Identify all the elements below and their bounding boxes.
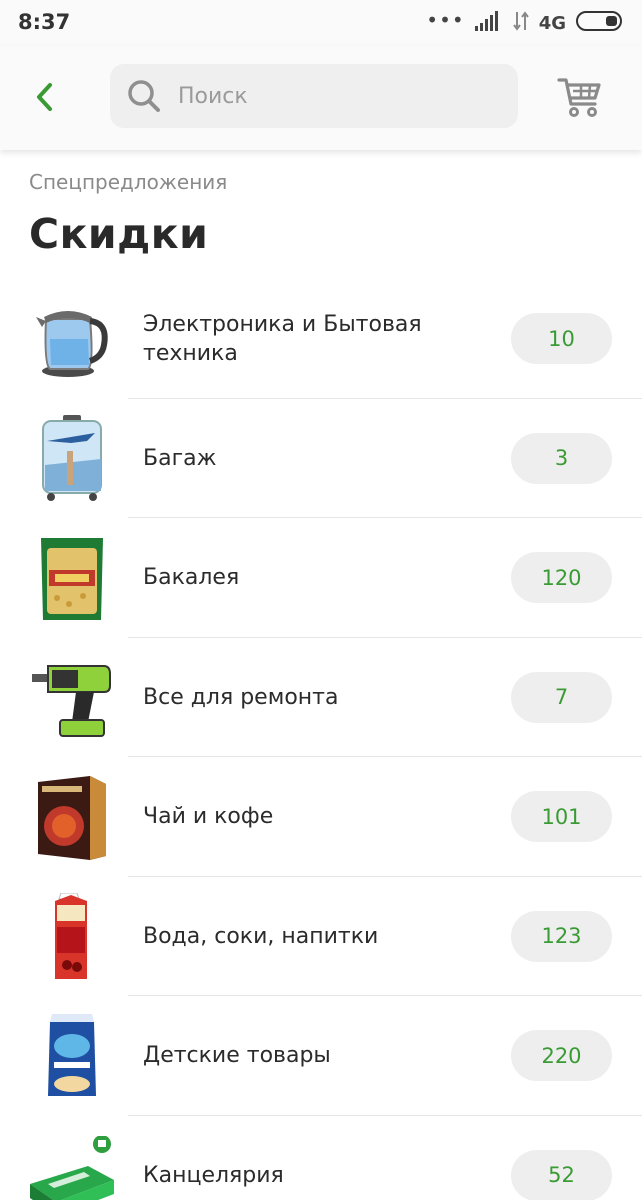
status-time: 8:37 — [18, 10, 71, 34]
pasta-pack-image — [28, 534, 116, 622]
juice-carton-image — [28, 892, 116, 981]
count-badge: 220 — [511, 1030, 612, 1081]
count-badge: 123 — [511, 910, 612, 962]
cart-icon — [557, 78, 601, 117]
network-type: 4G — [538, 12, 566, 34]
notification-dots-icon: ••• — [426, 8, 465, 32]
count-badge: 52 — [511, 1149, 612, 1200]
category-label: Детские товары — [143, 1043, 331, 1069]
count-badge: 10 — [511, 313, 612, 364]
back-button[interactable] — [22, 74, 68, 120]
app-bar — [0, 46, 642, 150]
category-item-tea-coffee[interactable]: Чай и кофе 101 — [0, 757, 642, 877]
category-item-luggage[interactable]: Багаж 3 — [0, 399, 642, 518]
status-bar: 8:37 ••• 4G — [0, 0, 642, 46]
category-label: Багаж — [143, 445, 217, 471]
cart-button[interactable] — [556, 74, 604, 120]
chevron-left-icon — [37, 83, 52, 111]
category-list: Электроника и Бытовая техника 10 Багаж 3 — [0, 279, 642, 1200]
category-label: Чай и кофе — [143, 804, 274, 830]
category-label: Вода, соки, напитки — [143, 923, 379, 949]
category-label: Бакалея — [143, 565, 240, 591]
breadcrumb[interactable]: Спецпредложения — [29, 170, 227, 194]
tea-box-image — [28, 773, 116, 861]
signal-icon — [474, 11, 503, 35]
category-item-stationery[interactable]: Канцелярия 52 — [0, 1116, 642, 1200]
category-item-drinks[interactable]: Вода, соки, напитки 123 — [0, 877, 642, 996]
category-label: Электроника и Бытовая техника — [143, 311, 422, 366]
count-badge: 101 — [511, 791, 612, 842]
category-item-groceries[interactable]: Бакалея 120 — [0, 518, 642, 638]
paper-pack-image — [28, 1132, 116, 1200]
suitcase-image — [28, 414, 116, 503]
category-item-repair[interactable]: Все для ремонта 7 — [0, 638, 642, 757]
category-label: Все для ремонта — [143, 684, 339, 710]
count-badge: 3 — [511, 432, 612, 484]
status-indicators: ••• 4G — [426, 10, 626, 36]
battery-icon — [576, 10, 626, 36]
drill-image — [28, 654, 116, 742]
search-input[interactable] — [178, 83, 478, 109]
category-item-kids[interactable]: Детские товары 220 — [0, 996, 642, 1116]
count-badge: 120 — [511, 552, 612, 603]
page-title: Скидки — [29, 210, 209, 258]
category-label: Канцелярия — [143, 1162, 284, 1188]
search-icon — [126, 78, 162, 114]
data-transfer-icon — [512, 10, 529, 36]
category-item-electronics[interactable]: Электроника и Бытовая техника 10 — [0, 279, 642, 399]
baby-food-image — [28, 1012, 116, 1100]
search-bar[interactable] — [110, 64, 518, 128]
count-badge: 7 — [511, 671, 612, 723]
kettle-image — [28, 295, 116, 383]
